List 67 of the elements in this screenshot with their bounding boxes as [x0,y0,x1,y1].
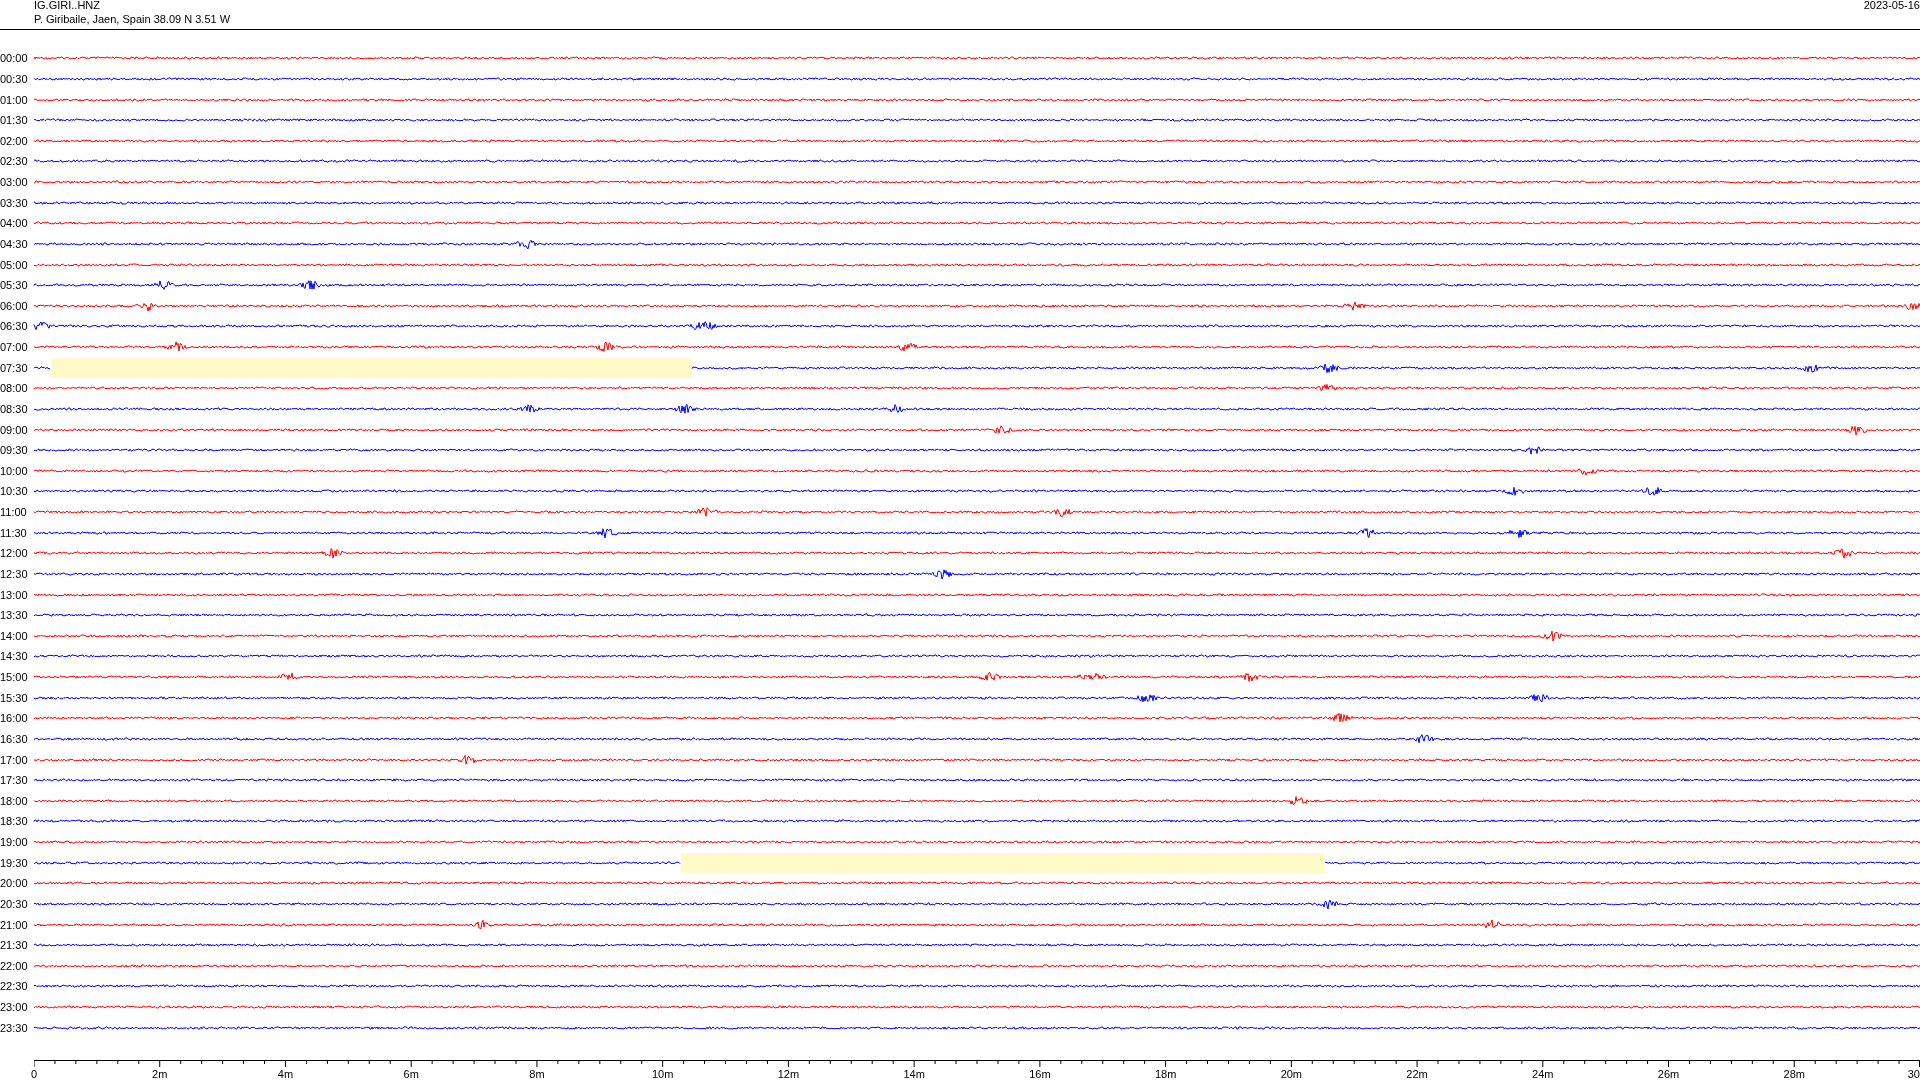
axis-tick-label: 22m [1406,1068,1428,1080]
row-time-label: 16:00 [0,712,29,725]
row-time-label: 12:30 [0,567,29,580]
row-time-label: 23:00 [0,1001,29,1014]
row-time-label: 00:30 [0,72,29,85]
row-time-label: 10:30 [0,485,29,498]
row-time-label: 00:00 [0,52,29,65]
row-time-label: 03:30 [0,196,29,209]
axis-tick-label: 26m [1657,1068,1680,1080]
axis-tick-label: 16m [1029,1068,1051,1080]
row-time-label: 02:00 [0,134,29,147]
row-time-label: 17:30 [0,774,29,787]
row-time-label: 18:30 [0,815,29,828]
row-time-label: 23:30 [0,1021,29,1034]
axis-tick-label: 2m [152,1068,168,1080]
row-time-label: 21:00 [0,918,29,931]
axis-tick-label: 0 [31,1068,38,1080]
row-time-label: 22:30 [0,980,29,993]
row-time-label: 09:00 [0,423,29,436]
axis-tick-label: 30 [1907,1068,1920,1080]
row-time-label: 04:30 [0,237,29,250]
row-time-label: 03:00 [0,176,29,189]
row-time-label: 13:00 [0,588,29,601]
row-time-label: 05:30 [0,279,29,292]
row-time-label: 09:30 [0,444,29,457]
row-time-label: 01:30 [0,114,29,127]
row-time-label: 07:30 [0,361,29,374]
axis-tick-label: 12m [777,1068,800,1080]
station-location: P. Giribaile, Jaen, Spain 38.09 N 3.51 W [34,12,231,26]
station-code: IG.GIRI..HNZ [34,0,101,12]
row-time-label: 01:00 [0,93,29,106]
axis-tick-label: 20m [1280,1068,1303,1080]
row-time-label: 10:00 [0,464,29,477]
row-time-label: 15:00 [0,671,29,684]
row-time-label: 20:30 [0,897,29,910]
axis-tick-label: 6m [403,1068,419,1080]
row-time-label: 16:30 [0,732,29,745]
axis-tick-label: 14m [903,1068,925,1080]
row-time-label: 04:00 [0,217,29,230]
row-time-label: 06:30 [0,320,29,333]
row-time-label: 05:00 [0,258,29,271]
row-time-label: 07:00 [0,341,29,354]
row-time-label: 19:00 [0,836,29,849]
row-time-label: 02:30 [0,155,29,168]
row-time-label: 20:00 [0,877,29,890]
row-time-label: 15:30 [0,691,29,704]
axis-tick-label: 10m [651,1068,674,1080]
row-time-label: 06:00 [0,299,29,312]
axis-tick-label: 4m [277,1068,294,1080]
row-time-label: 21:30 [0,939,29,952]
plot-date: 2023-05-16 [1863,0,1920,13]
row-time-label: 13:30 [0,609,29,622]
axis-tick-label: 8m [529,1068,545,1080]
row-time-label: 19:30 [0,856,29,869]
row-time-label: 18:00 [0,794,29,807]
row-time-label: 11:00 [0,506,28,519]
axis-tick-label: 18m [1154,1068,1177,1080]
row-time-label: 08:30 [0,402,29,415]
row-time-label: 08:00 [0,382,29,395]
row-time-label: 17:00 [0,753,29,766]
row-time-label: 22:00 [0,959,29,972]
row-time-label: 12:00 [0,547,29,560]
row-time-label: 14:00 [0,629,29,642]
row-time-label: 14:30 [0,650,29,663]
axis-tick-label: 24m [1532,1068,1554,1080]
row-time-label: 11:30 [0,526,28,539]
axis-tick-label: 28m [1783,1068,1805,1080]
